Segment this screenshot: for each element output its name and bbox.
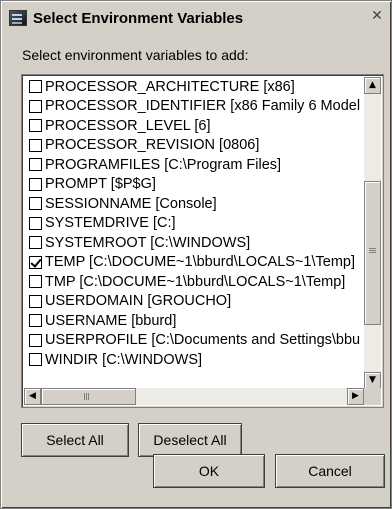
scroll-down-icon[interactable]: ▼ [364, 372, 381, 389]
variable-row[interactable]: PROCESSOR_ARCHITECTURE [x86] [24, 77, 364, 97]
variable-label: SYSTEMROOT [C:\WINDOWS] [45, 234, 251, 251]
variable-checkbox[interactable] [29, 197, 42, 211]
select-all-button[interactable]: Select All [21, 423, 129, 457]
instruction-label: Select environment variables to add: [22, 47, 249, 63]
variable-row[interactable]: TMP [C:\DOCUME~1\bburd\LOCALS~1\Temp] [24, 272, 364, 292]
title-bar[interactable]: Select Environment Variables ✕ [4, 4, 388, 32]
variable-row[interactable]: SESSIONNAME [Console] [24, 194, 364, 214]
variable-checkbox[interactable] [29, 314, 42, 328]
vertical-scrollbar[interactable]: ▲ ▼ [364, 77, 381, 389]
variable-label: PROCESSOR_IDENTIFIER [x86 Family 6 Model [45, 98, 361, 115]
variable-checkbox[interactable] [29, 275, 42, 289]
dialog-title: Select Environment Variables [33, 9, 244, 27]
grip-icon [84, 393, 85, 400]
variable-checkbox[interactable] [29, 99, 42, 113]
scroll-up-icon[interactable]: ▲ [364, 77, 381, 94]
variable-label: PROCESSOR_REVISION [0806] [45, 137, 260, 154]
variable-label: SYSTEMDRIVE [C:] [45, 215, 176, 232]
variable-row[interactable]: TEMP [C:\DOCUME~1\bburd\LOCALS~1\Temp] [24, 253, 364, 273]
variable-checkbox[interactable] [29, 294, 42, 308]
variable-label: PROCESSOR_LEVEL [6] [45, 117, 211, 134]
variable-row[interactable]: PROCESSOR_LEVEL [6] [24, 116, 364, 136]
vertical-scroll-thumb[interactable] [364, 181, 381, 325]
variable-row[interactable]: WINDIR [C:\WINDOWS] [24, 350, 364, 370]
variable-checkbox[interactable] [29, 216, 42, 230]
variable-label: USERNAME [bburd] [45, 312, 177, 329]
close-icon[interactable]: ✕ [368, 8, 386, 26]
variable-checkbox[interactable] [29, 236, 42, 250]
variable-label: TEMP [C:\DOCUME~1\bburd\LOCALS~1\Temp] [45, 254, 355, 271]
variables-list[interactable]: PROCESSOR_ARCHITECTURE [x86] PROCESSOR_ID… [21, 74, 384, 408]
cancel-button[interactable]: Cancel [275, 454, 385, 488]
scroll-right-icon[interactable]: ▶ [347, 388, 364, 405]
variable-label: USERPROFILE [C:\Documents and Settings\b… [45, 332, 361, 349]
app-icon [9, 10, 27, 26]
variable-label: TMP [C:\DOCUME~1\bburd\LOCALS~1\Temp] [45, 273, 346, 290]
horizontal-scroll-thumb[interactable] [41, 388, 136, 405]
variables-list-viewport: PROCESSOR_ARCHITECTURE [x86] PROCESSOR_ID… [24, 77, 364, 389]
variable-row[interactable]: PROCESSOR_IDENTIFIER [x86 Family 6 Model [24, 97, 364, 117]
grip-icon [369, 248, 376, 249]
variable-checkbox[interactable] [29, 80, 42, 94]
variable-label: PROGRAMFILES [C:\Program Files] [45, 156, 282, 173]
variable-label: USERDOMAIN [GROUCHO] [45, 293, 232, 310]
variable-row[interactable]: PROCESSOR_REVISION [0806] [24, 136, 364, 156]
scrollbar-corner [364, 388, 381, 405]
variable-row[interactable]: PROGRAMFILES [C:\Program Files] [24, 155, 364, 175]
variable-checkbox[interactable] [29, 255, 42, 269]
horizontal-scrollbar[interactable]: ◀ ▶ [24, 388, 364, 405]
variable-checkbox[interactable] [29, 138, 42, 152]
environment-variables-dialog: Select Environment Variables ✕ Select en… [0, 0, 392, 509]
variable-checkbox[interactable] [29, 158, 42, 172]
variable-checkbox[interactable] [29, 177, 42, 191]
variable-row[interactable]: USERPROFILE [C:\Documents and Settings\b… [24, 331, 364, 351]
ok-button[interactable]: OK [153, 454, 265, 488]
variable-label: WINDIR [C:\WINDOWS] [45, 351, 203, 368]
variable-label: SESSIONNAME [Console] [45, 195, 217, 212]
variable-checkbox[interactable] [29, 353, 42, 367]
deselect-all-button[interactable]: Deselect All [138, 423, 242, 457]
variable-label: PROMPT [$P$G] [45, 176, 156, 193]
variable-label: PROCESSOR_ARCHITECTURE [x86] [45, 78, 295, 95]
variable-row[interactable]: PROMPT [$P$G] [24, 175, 364, 195]
variable-checkbox[interactable] [29, 119, 42, 133]
scroll-left-icon[interactable]: ◀ [24, 388, 41, 405]
variable-checkbox[interactable] [29, 333, 42, 347]
variable-row[interactable]: SYSTEMDRIVE [C:] [24, 214, 364, 234]
variable-row[interactable]: USERNAME [bburd] [24, 311, 364, 331]
variable-row[interactable]: SYSTEMROOT [C:\WINDOWS] [24, 233, 364, 253]
variable-row[interactable]: USERDOMAIN [GROUCHO] [24, 292, 364, 312]
